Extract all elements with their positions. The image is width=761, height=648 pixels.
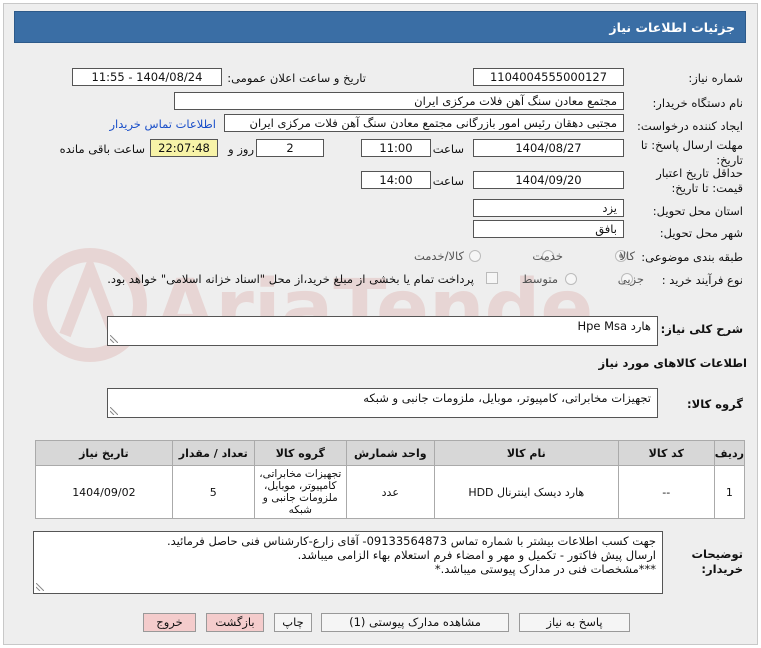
announce-label: تاریخ و ساعت اعلان عمومی:	[227, 71, 366, 85]
announce-field: 1404/08/24 - 11:55	[72, 68, 222, 86]
reply-date-field: 1404/08/27	[473, 139, 624, 157]
col-header-row-number: ردیف	[713, 440, 746, 466]
validity-label: حداقل تاریخ اعتبار قیمت: تا تاریخ:	[656, 166, 743, 195]
process-label: نوع فرآیند خرید :	[661, 273, 743, 287]
resize-grip-icon	[110, 335, 118, 343]
category-goods-label: کالا	[619, 249, 635, 263]
need-number-label: شماره نیاز:	[688, 71, 743, 85]
category-label: طبقه بندی موضوعی:	[641, 250, 743, 264]
reply-time-label: ساعت	[432, 142, 464, 156]
col-header-unit: واحد شمارش	[345, 440, 435, 466]
province-label: استان محل تحویل:	[652, 204, 743, 218]
col-header-need-date: تاریخ نیاز	[35, 440, 173, 466]
reply-button[interactable]: پاسخ به نیاز	[519, 613, 630, 632]
col-header-quantity: تعداد / مقدار	[171, 440, 255, 466]
cell-row-number: 1	[713, 465, 746, 519]
category-service-label: خدمت	[532, 249, 563, 263]
remaining-time-field: 22:07:48	[150, 139, 218, 157]
goods-group-label: گروه کالا:	[687, 397, 743, 411]
goods-group-textarea[interactable]: تجهیزات مخابراتی، کامپیوتر، موبایل، ملزو…	[107, 388, 658, 418]
cell-need-date: 1404/09/02	[35, 465, 173, 519]
category-both-label: کالا/خدمت	[413, 249, 464, 263]
creator-label: ایجاد کننده درخواست:	[637, 119, 743, 133]
days-field: 2	[256, 139, 324, 157]
exit-button[interactable]: خروج	[143, 613, 196, 632]
description-textarea[interactable]: هارد Hpe Msa	[107, 316, 658, 346]
resize-grip-icon	[36, 583, 44, 591]
treasury-payment-note: پرداخت تمام یا بخشی از مبلغ خرید،از محل …	[107, 272, 474, 286]
goods-info-heading: اطلاعات کالاهای مورد نیاز	[598, 356, 747, 370]
process-partial-label: جزیی	[617, 272, 644, 286]
reply-deadline-label: مهلت ارسال پاسخ: تا تاریخ:	[640, 138, 743, 167]
validity-date-field: 1404/09/20	[473, 171, 624, 189]
print-button[interactable]: چاپ	[274, 613, 312, 632]
description-label: شرح کلی نیاز:	[660, 322, 743, 336]
notes-line-1: جهت کسب اطلاعات بیشتر با شماره تماس 0913…	[166, 534, 656, 548]
col-header-code: کد کالا	[617, 440, 715, 466]
creator-field: مجتبی دهقان رئیس امور بازرگانی مجتمع معا…	[224, 114, 624, 132]
goods-table: ردیف کد کالا نام کالا واحد شمارش گروه کا…	[35, 440, 746, 519]
window-titlebar: جزئیات اطلاعات نیاز	[14, 11, 746, 43]
buyer-org-field: مجتمع معادن سنگ آهن فلات مرکزی ایران	[174, 92, 624, 110]
process-medium-radio[interactable]	[565, 273, 577, 285]
cell-name: هارد دیسک اینترنال HDD	[433, 465, 619, 519]
table-row: 1 -- هارد دیسک اینترنال HDD عدد تجهیزات …	[35, 465, 746, 519]
process-medium-label: متوسط	[521, 272, 558, 286]
attachments-button[interactable]: مشاهده مدارک پیوستی (1)	[321, 613, 509, 632]
col-header-group: گروه کالا	[253, 440, 347, 466]
col-header-name: نام کالا	[433, 440, 619, 466]
notes-line-2: ارسال پیش فاکتور - تکمیل و مهر و امضاء ف…	[297, 548, 656, 562]
notes-line-3: ***مشخصات فنی در مدارک پیوستی میباشد.*	[434, 562, 656, 576]
city-field: بافق	[473, 220, 624, 238]
validity-time-label: ساعت	[432, 174, 464, 188]
goods-group-text: تجهیزات مخابراتی، کامپیوتر، موبایل، ملزو…	[363, 391, 651, 405]
notes-label: توضیحات خریدار:	[691, 547, 744, 576]
treasury-payment-checkbox[interactable]	[486, 272, 498, 284]
province-field: یزد	[473, 199, 624, 217]
back-button[interactable]: بازگشت	[206, 613, 264, 632]
table-header-row: ردیف کد کالا نام کالا واحد شمارش گروه کا…	[35, 440, 746, 466]
buyer-contact-link[interactable]: اطلاعات تماس خریدار	[109, 117, 216, 131]
description-text: هارد Hpe Msa	[577, 319, 651, 333]
reply-time-field: 11:00	[361, 139, 431, 157]
validity-time-field: 14:00	[361, 171, 431, 189]
cell-code: --	[617, 465, 715, 519]
city-label: شهر محل تحویل:	[659, 226, 743, 240]
cell-group: تجهیزات مخابراتی، کامپیوتر، موبایل، ملزو…	[253, 465, 347, 519]
buyer-org-label: نام دستگاه خریدار:	[652, 96, 743, 110]
category-both-radio[interactable]	[469, 250, 481, 262]
cell-quantity: 5	[171, 465, 255, 519]
remaining-label: ساعت باقی مانده	[59, 142, 145, 156]
days-label: روز و	[228, 142, 254, 156]
resize-grip-icon	[110, 407, 118, 415]
page-title: جزئیات اطلاعات نیاز	[609, 20, 735, 35]
cell-unit: عدد	[345, 465, 435, 519]
need-number-field: 1104004555000127	[473, 68, 624, 86]
notes-textarea[interactable]: جهت کسب اطلاعات بیشتر با شماره تماس 0913…	[33, 531, 663, 594]
